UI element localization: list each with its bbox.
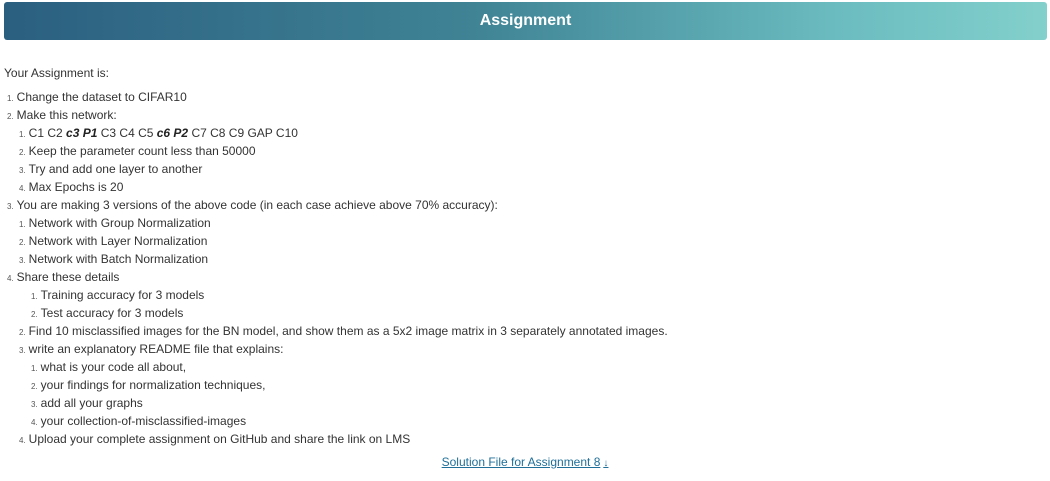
list-item: 2. your findings for normalization techni… — [31, 378, 266, 392]
list-item-network: 1. C1 C2 c3 P1 C3 C4 C5 c6 P2 C7 C8 C9 GA… — [19, 126, 298, 140]
list-item: 3. You are making 3 versions of the above… — [7, 198, 498, 212]
solution-link-row: Solution File for Assignment 8 ↓ — [0, 455, 1050, 471]
solution-link-label[interactable]: Solution File for Assignment 8 — [442, 455, 601, 469]
list-item: 2. Test accuracy for 3 models — [31, 306, 184, 320]
list-item: 4. Share these details — [7, 270, 120, 284]
list-item: 3. Network with Batch Normalization — [19, 252, 209, 266]
list-item: 2. Keep the parameter count less than 500… — [19, 144, 256, 158]
list-item: 2. Find 10 misclassified images for the B… — [19, 324, 668, 338]
list-item: 3. add all your graphs — [31, 396, 143, 410]
list-item: 4. Max Epochs is 20 — [19, 180, 124, 194]
solution-file-link[interactable]: Solution File for Assignment 8 ↓ — [442, 455, 609, 469]
list-item: 2. Network with Layer Normalization — [19, 234, 208, 248]
list-item: 3. Try and add one layer to another — [19, 162, 203, 176]
list-item: 4. Upload your complete assignment on Git… — [19, 432, 411, 446]
list-item: 1. Training accuracy for 3 models — [31, 288, 205, 302]
list-item: 1. Network with Group Normalization — [19, 216, 211, 230]
list-item: 1. what is your code all about, — [31, 360, 187, 374]
intro-text: Your Assignment is: — [4, 66, 109, 80]
list-item: 2. Make this network: — [7, 108, 117, 122]
list-item: 3. write an explanatory README file that … — [19, 342, 284, 356]
assignment-header: Assignment — [4, 2, 1047, 40]
list-item: 4. your collection-of-misclassified-image… — [31, 414, 247, 428]
download-arrow-icon[interactable]: ↓ — [603, 458, 608, 469]
header-title: Assignment — [479, 12, 572, 29]
list-item: 1. Change the dataset to CIFAR10 — [7, 90, 187, 104]
